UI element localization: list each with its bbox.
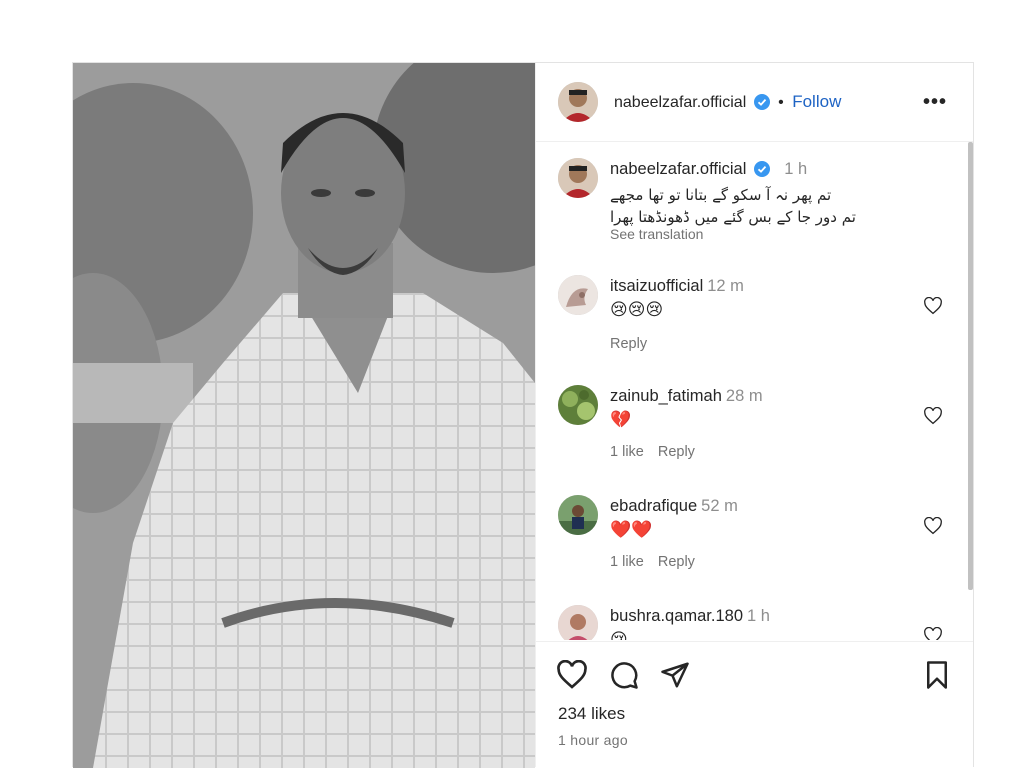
more-icon[interactable]: ••• xyxy=(923,91,947,114)
comment-time[interactable]: 1 h xyxy=(747,607,770,625)
verified-badge-icon xyxy=(753,161,770,182)
comment-time[interactable]: 12 m xyxy=(707,277,744,295)
reply-button[interactable]: Reply xyxy=(658,444,695,460)
bookmark-icon[interactable] xyxy=(923,660,951,695)
separator-dot: • xyxy=(778,94,784,111)
comment-username[interactable]: zainub_fatimah xyxy=(610,387,722,405)
reply-button[interactable]: Reply xyxy=(610,336,647,352)
comment-username[interactable]: ebadrafique xyxy=(610,497,697,515)
comment-likes[interactable]: 1 like xyxy=(610,444,644,460)
comment-item: itsaizuofficial 12 m 😢😢😢 Reply xyxy=(558,275,943,365)
post-sidebar: nabeelzafar.official • Follow ••• nabeel… xyxy=(535,63,973,767)
comment-text: 😢 xyxy=(610,630,628,640)
caption-line-2: تم دور جا کے بس گئے میں ڈھونڈھتا پھرا xyxy=(610,208,856,226)
caption-line-1: تم پھر نہ آ سکو گے بتانا تو تھا مجھے xyxy=(610,186,832,204)
comment-username[interactable]: bushra.qamar.180 xyxy=(610,607,743,625)
reply-button[interactable]: Reply xyxy=(658,554,695,570)
post-card: nabeelzafar.official • Follow ••• nabeel… xyxy=(72,62,974,768)
author-username[interactable]: nabeelzafar.official xyxy=(614,94,746,111)
action-bar: 234 likes 1 hour ago xyxy=(536,641,973,767)
comments-list[interactable]: nabeelzafar.official 1 h تم پھر نہ آ سکو… xyxy=(536,142,973,640)
comment-likes[interactable]: 1 like xyxy=(610,554,644,570)
post-photo[interactable] xyxy=(73,63,535,768)
caption-time[interactable]: 1 h xyxy=(784,160,807,178)
comment-item: zainub_fatimah 28 m 💔 1 like Reply xyxy=(558,385,943,475)
post-header: nabeelzafar.official • Follow ••• xyxy=(536,63,973,142)
comment-item: bushra.qamar.180 1 h 😢 xyxy=(558,605,943,640)
comment-text: ❤️❤️ xyxy=(610,520,653,539)
like-comment-heart-icon[interactable] xyxy=(923,626,943,640)
commenter-avatar[interactable] xyxy=(558,385,598,425)
comment-time[interactable]: 28 m xyxy=(726,387,763,405)
comment-text: 😢😢😢 xyxy=(610,300,664,319)
comment-icon[interactable] xyxy=(608,660,640,695)
author-avatar[interactable] xyxy=(558,158,598,198)
heart-icon[interactable] xyxy=(556,659,588,695)
caption-username[interactable]: nabeelzafar.official xyxy=(610,160,746,178)
verified-badge-icon xyxy=(753,94,770,115)
comment-username[interactable]: itsaizuofficial xyxy=(610,277,703,295)
post-time[interactable]: 1 hour ago xyxy=(558,732,628,748)
author-avatar[interactable] xyxy=(558,82,598,122)
like-comment-heart-icon[interactable] xyxy=(923,406,943,430)
comment-time[interactable]: 52 m xyxy=(701,497,738,515)
like-comment-heart-icon[interactable] xyxy=(923,516,943,540)
see-translation-link[interactable]: See translation xyxy=(610,226,943,242)
likes-count[interactable]: 234 likes xyxy=(558,704,625,724)
commenter-avatar[interactable] xyxy=(558,605,598,640)
share-icon[interactable] xyxy=(660,660,690,695)
comment-text: 💔 xyxy=(610,410,632,429)
like-comment-heart-icon[interactable] xyxy=(923,296,943,320)
follow-button[interactable]: Follow xyxy=(792,92,841,111)
comments-scrollbar[interactable] xyxy=(968,142,973,590)
commenter-avatar[interactable] xyxy=(558,275,598,315)
comment-item: ebadrafique 52 m ❤️❤️ 1 like Reply xyxy=(558,495,943,585)
commenter-avatar[interactable] xyxy=(558,495,598,535)
